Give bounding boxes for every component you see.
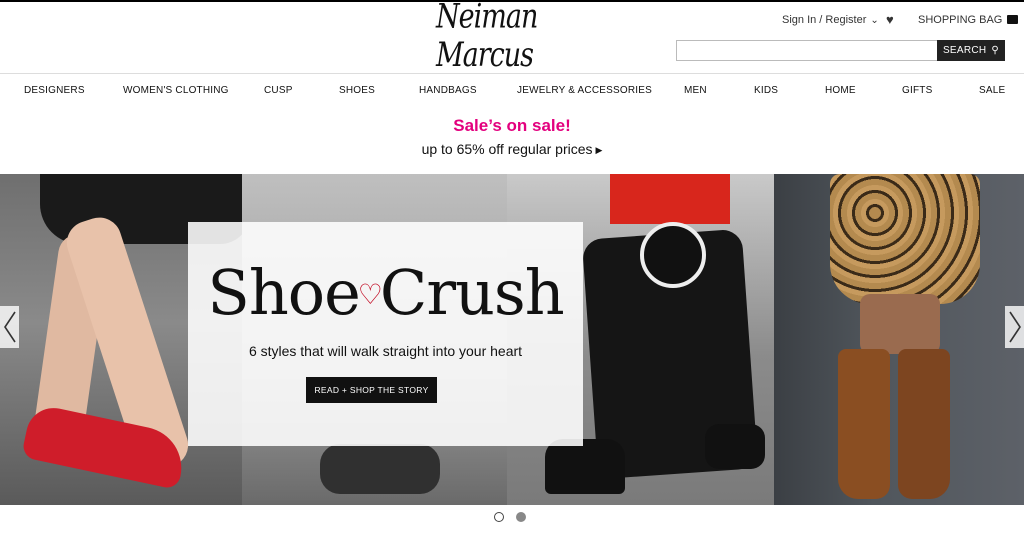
nav-item-sale[interactable]: SALE: [979, 85, 1005, 96]
carousel-prev-button[interactable]: [0, 306, 19, 348]
heart-icon[interactable]: ♥: [886, 12, 894, 27]
nav-item-womens-clothing[interactable]: WOMEN'S CLOTHING: [123, 85, 229, 96]
shopping-bag-link[interactable]: SHOPPING BAG: [918, 14, 1019, 26]
carousel-dot-2[interactable]: [516, 512, 526, 522]
nav-item-cusp[interactable]: CUSP: [264, 85, 293, 96]
nav-item-kids[interactable]: KIDS: [754, 85, 778, 96]
read-shop-story-button[interactable]: READ + SHOP THE STORY: [306, 377, 437, 403]
carousel-next-button[interactable]: [1005, 306, 1024, 348]
search-icon: ⚲: [991, 45, 1000, 56]
heart-icon: ♡: [357, 278, 383, 311]
nav-item-men[interactable]: MEN: [684, 85, 707, 96]
hero-headline-left: Shoe: [207, 256, 360, 329]
sign-in-label: Sign In / Register: [782, 14, 867, 26]
hero-headline-right: Crush: [379, 256, 565, 329]
sign-in-register-link[interactable]: Sign In / Register ⌄: [782, 14, 879, 26]
chevron-down-icon: ⌄: [870, 14, 879, 26]
hero-tagline: 6 styles that will walk straight into yo…: [248, 343, 523, 359]
hero-banner[interactable]: Shoe♡Crush 6 styles that will walk strai…: [0, 174, 1024, 505]
nav-item-handbags[interactable]: HANDBAGS: [419, 85, 477, 96]
caret-right-icon: ▶: [595, 145, 603, 155]
logo[interactable]: Neiman Marcus: [436, 0, 592, 75]
hero-text-overlay: Shoe♡Crush 6 styles that will walk strai…: [188, 222, 583, 446]
shopping-bag-icon: [1007, 14, 1019, 24]
hero-headline: Shoe♡Crush: [188, 262, 583, 336]
chevron-right-icon: [1008, 311, 1021, 343]
main-nav: DESIGNERS WOMEN'S CLOTHING CUSP SHOES HA…: [0, 74, 1024, 108]
nav-item-gifts[interactable]: GIFTS: [902, 85, 932, 96]
search-button-label: SEARCH: [942, 45, 987, 56]
shopping-bag-label: SHOPPING BAG: [918, 14, 1003, 26]
nav-item-home[interactable]: HOME: [825, 85, 856, 96]
promo-title[interactable]: Sale’s on sale!: [0, 116, 1024, 136]
search-input[interactable]: [676, 40, 944, 61]
promo-subtitle: up to 65% off regular prices: [421, 141, 593, 157]
nav-item-jewelry-accessories[interactable]: JEWELRY & ACCESSORIES: [517, 85, 652, 96]
chevron-left-icon: [3, 311, 16, 343]
search-button[interactable]: SEARCH ⚲: [937, 40, 1005, 61]
nav-item-designers[interactable]: DESIGNERS: [24, 85, 85, 96]
nav-item-shoes[interactable]: SHOES: [339, 85, 375, 96]
promo-subtitle-link[interactable]: up to 65% off regular prices ▶: [0, 141, 1024, 157]
carousel-dot-1[interactable]: [494, 512, 504, 522]
